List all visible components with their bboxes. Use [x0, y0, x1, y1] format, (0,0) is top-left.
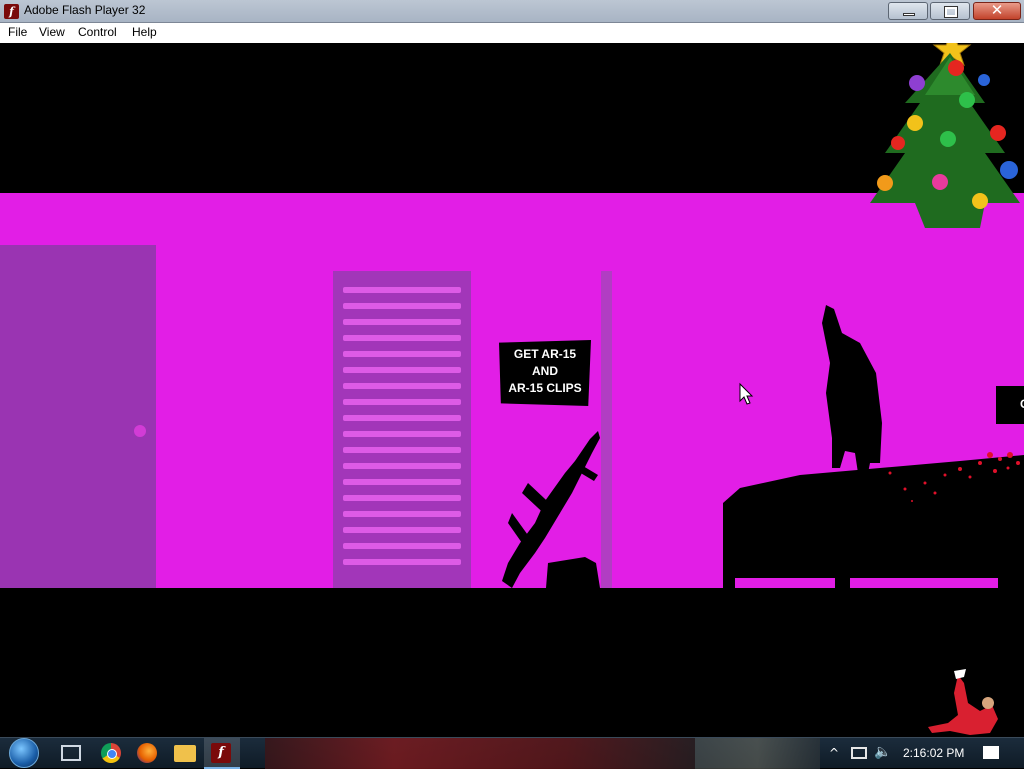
chevron-up-icon[interactable]: ^ [829, 746, 839, 760]
maximize-button[interactable] [930, 2, 970, 20]
taskbar-background-strip [265, 738, 695, 769]
menu-file[interactable]: File [8, 25, 27, 39]
game-canvas[interactable]: GET AR-15 AND AR-15 CLIPS C [0, 43, 1024, 737]
close-button[interactable]: ✕ [973, 1, 1021, 20]
close-icon: ✕ [990, 1, 1004, 19]
network-icon[interactable] [851, 747, 867, 759]
taskbar: f ^ 🔈 2:16:02 PM [0, 737, 1024, 769]
firefox-icon[interactable] [137, 743, 157, 763]
skater-figure [928, 669, 998, 735]
menu-bar: File View Control Help [0, 23, 1024, 43]
minimize-icon [903, 13, 915, 16]
flash-icon: f [4, 4, 19, 19]
file-explorer-icon[interactable] [174, 745, 196, 762]
action-center-icon[interactable] [983, 746, 999, 759]
flash-player-icon[interactable]: f [211, 743, 231, 763]
system-clock[interactable]: 2:16:02 PM [903, 746, 964, 760]
chrome-icon[interactable] [101, 743, 121, 763]
menu-control[interactable]: Control [78, 25, 117, 39]
window-title: Adobe Flash Player 32 [24, 3, 146, 17]
menu-help[interactable]: Help [132, 25, 157, 39]
task-view-icon[interactable] [61, 745, 81, 761]
maximize-icon [944, 6, 958, 18]
menu-view[interactable]: View [39, 25, 65, 39]
start-button[interactable] [9, 738, 39, 768]
taskbar-background-strip [695, 738, 820, 769]
minimize-button[interactable] [888, 2, 928, 20]
volume-icon[interactable]: 🔈 [874, 744, 891, 760]
title-bar[interactable]: f Adobe Flash Player 32 ✕ [0, 0, 1024, 23]
